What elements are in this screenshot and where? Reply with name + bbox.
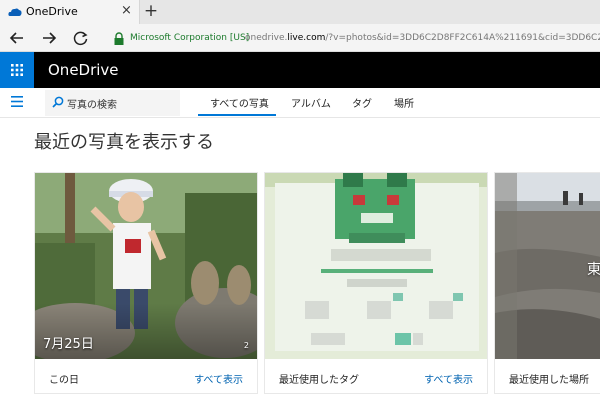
show-all-link[interactable]: すべて表示 xyxy=(194,371,243,386)
photo-count-overlay: 2 xyxy=(243,341,249,350)
card-footer: 最近使用した場所 xyxy=(495,359,600,393)
address-bar-url[interactable]: onedrive.live.com/?v=photos&id=3DD6C2D8F… xyxy=(245,33,600,43)
browser-tab[interactable]: OneDrive × xyxy=(0,0,140,24)
tab-title: OneDrive xyxy=(26,5,78,18)
hamburger-menu-icon[interactable] xyxy=(11,96,23,107)
new-tab-button[interactable]: + xyxy=(141,0,161,24)
search-placeholder: 写真の検索 xyxy=(67,100,117,111)
app-launcher-button[interactable] xyxy=(0,52,34,88)
tab-tags[interactable]: タグ xyxy=(352,95,372,110)
forward-arrow-icon[interactable] xyxy=(38,28,60,48)
tab-close-button[interactable]: × xyxy=(121,3,132,19)
carousel-previous-button[interactable]: ‹ xyxy=(12,278,19,299)
card-label-this-day: この日 xyxy=(49,375,79,386)
show-all-link[interactable]: すべて表示 xyxy=(424,371,473,386)
recent-places-card[interactable]: 東 最近使用した場所 xyxy=(494,172,600,394)
tab-albums[interactable]: アルバム xyxy=(291,95,331,110)
beach-image xyxy=(495,173,600,359)
back-arrow-icon[interactable] xyxy=(6,28,28,48)
command-bar: 写真の検索 すべての写真 アルバム タグ 場所 xyxy=(0,88,600,118)
tab-all-photos[interactable]: すべての写真 xyxy=(210,95,269,110)
search-input[interactable]: 写真の検索 xyxy=(45,90,180,116)
card-footer: この日 すべて表示 xyxy=(35,359,257,393)
active-tab-indicator xyxy=(198,114,276,116)
recent-tags-card[interactable]: 最近使用したタグ すべて表示 xyxy=(264,172,488,394)
recent-tags-photo[interactable] xyxy=(265,173,487,359)
photo-date-overlay: 7月25日 xyxy=(43,337,94,352)
lock-icon xyxy=(114,32,124,45)
card-label-recent-tags: 最近使用したタグ xyxy=(279,375,359,386)
on-this-day-photo[interactable]: 7月25日 2 xyxy=(35,173,257,359)
refresh-icon[interactable] xyxy=(70,28,92,48)
app-title[interactable]: OneDrive xyxy=(48,61,119,79)
app-header: OneDrive xyxy=(0,52,600,88)
waffle-icon xyxy=(11,64,23,76)
address-bar-certificate[interactable]: Microsoft Corporation [US] xyxy=(130,33,249,43)
recent-places-photo[interactable]: 東 xyxy=(495,173,600,359)
card-label-recent-places: 最近使用した場所 xyxy=(509,375,589,386)
browser-nav-bar: Microsoft Corporation [US] onedrive.live… xyxy=(0,24,600,52)
browser-tab-bar: OneDrive × + xyxy=(0,0,600,24)
tab-places[interactable]: 場所 xyxy=(394,95,414,110)
pixelated-screenshot-image xyxy=(265,173,487,359)
onedrive-cloud-icon xyxy=(8,8,22,16)
on-this-day-card[interactable]: 7月25日 2 この日 すべて表示 xyxy=(34,172,258,394)
search-icon xyxy=(52,96,64,108)
child-in-garden-image xyxy=(35,173,257,359)
page-title: 最近の写真を表示する xyxy=(34,132,214,153)
photo-location-overlay: 東 xyxy=(587,262,600,278)
card-footer: 最近使用したタグ すべて表示 xyxy=(265,359,487,393)
